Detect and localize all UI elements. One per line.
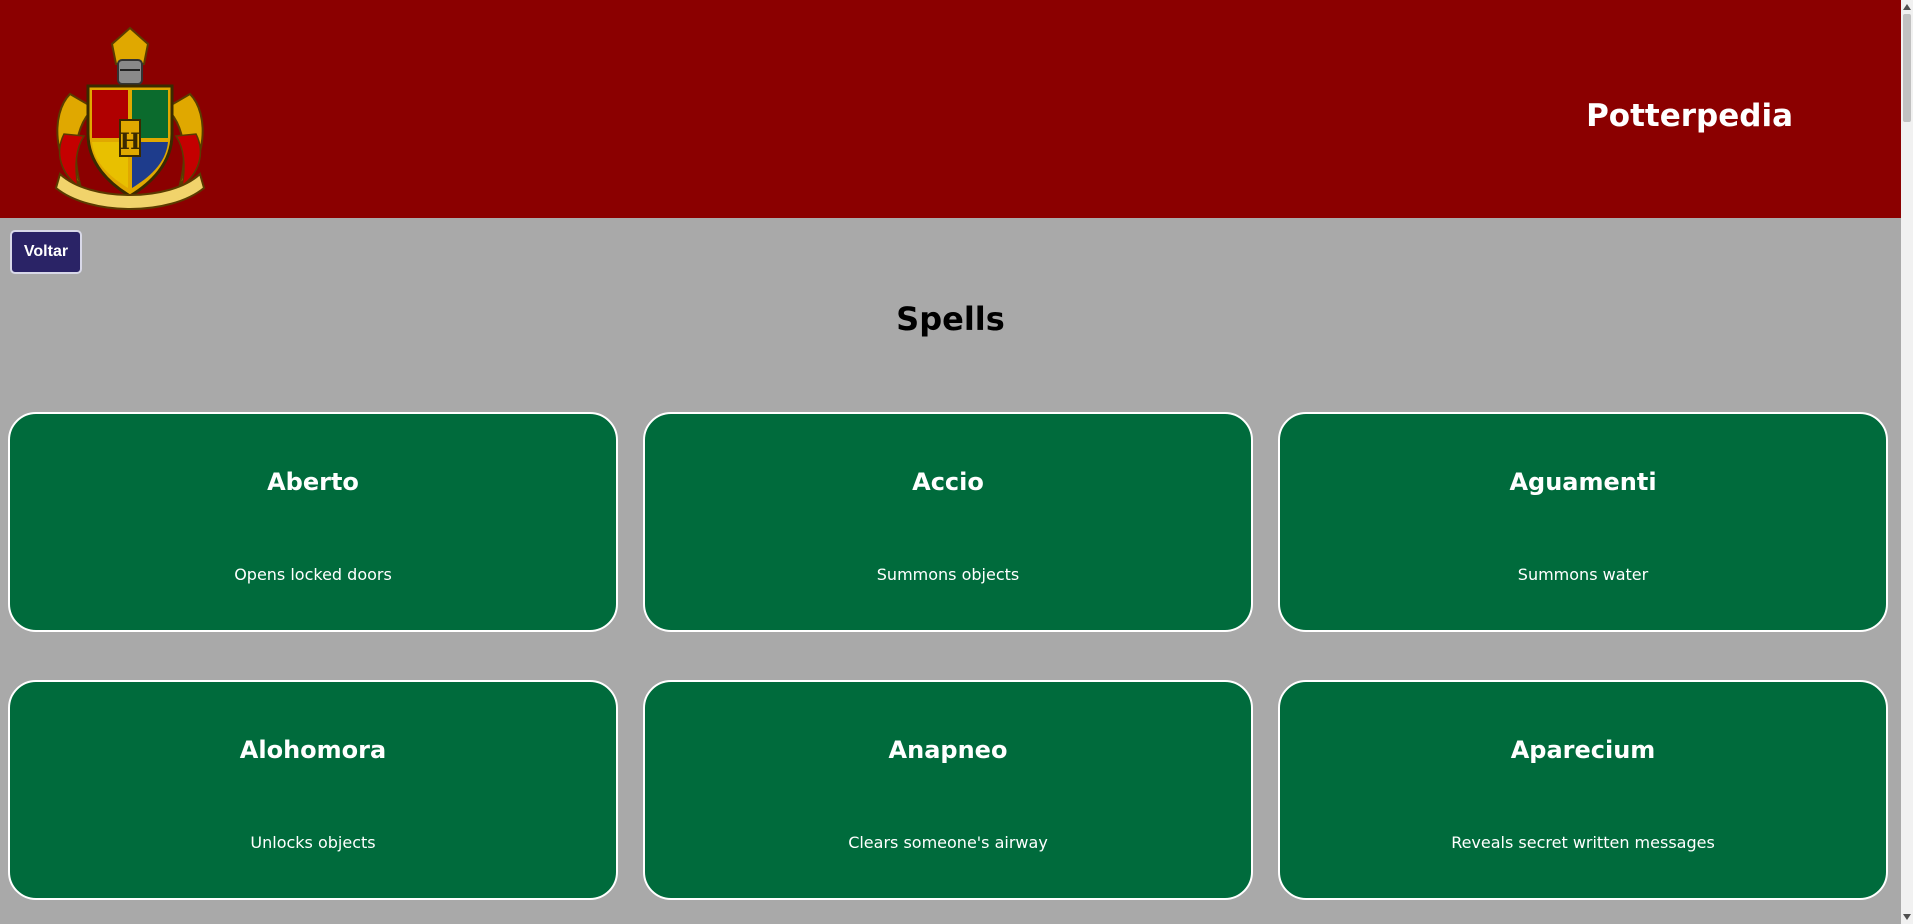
- spell-card[interactable]: Anapneo Clears someone's airway: [643, 680, 1253, 900]
- svg-text:H: H: [120, 129, 141, 155]
- scrollbar-thumb[interactable]: [1903, 14, 1911, 122]
- scroll-up-arrow-icon[interactable]: [1903, 4, 1911, 10]
- vertical-scrollbar[interactable]: [1901, 0, 1913, 924]
- site-header: H Potterpedia: [0, 0, 1901, 218]
- spell-card[interactable]: Accio Summons objects: [643, 412, 1253, 632]
- spell-card[interactable]: Aguamenti Summons water: [1278, 412, 1888, 632]
- site-title: Potterpedia: [1586, 98, 1793, 134]
- spell-description: Reveals secret written messages: [1451, 833, 1715, 852]
- spell-description: Summons water: [1517, 565, 1649, 584]
- spell-card[interactable]: Aparecium Reveals secret written message…: [1278, 680, 1888, 900]
- page-title: Spells: [896, 300, 1005, 338]
- hogwarts-crest-icon: H: [54, 26, 206, 210]
- spell-name: Accio: [912, 468, 984, 496]
- spell-card[interactable]: Alohomora Unlocks objects: [8, 680, 618, 900]
- back-button[interactable]: Voltar: [10, 230, 82, 274]
- spell-description: Summons objects: [876, 565, 1020, 584]
- spell-name: Aguamenti: [1509, 468, 1657, 496]
- spell-name: Alohomora: [239, 736, 387, 764]
- spell-description: Unlocks objects: [250, 833, 376, 852]
- page: H Potterpedia Voltar Spells Aberto Opens…: [0, 0, 1901, 924]
- spell-name: Anapneo: [888, 736, 1008, 764]
- spell-name: Aparecium: [1510, 736, 1656, 764]
- spell-description: Opens locked doors: [234, 565, 392, 584]
- spell-description: Clears someone's airway: [848, 833, 1048, 852]
- scroll-down-arrow-icon[interactable]: [1903, 914, 1911, 920]
- spell-name: Aberto: [267, 468, 359, 496]
- spell-card[interactable]: Aberto Opens locked doors: [8, 412, 618, 632]
